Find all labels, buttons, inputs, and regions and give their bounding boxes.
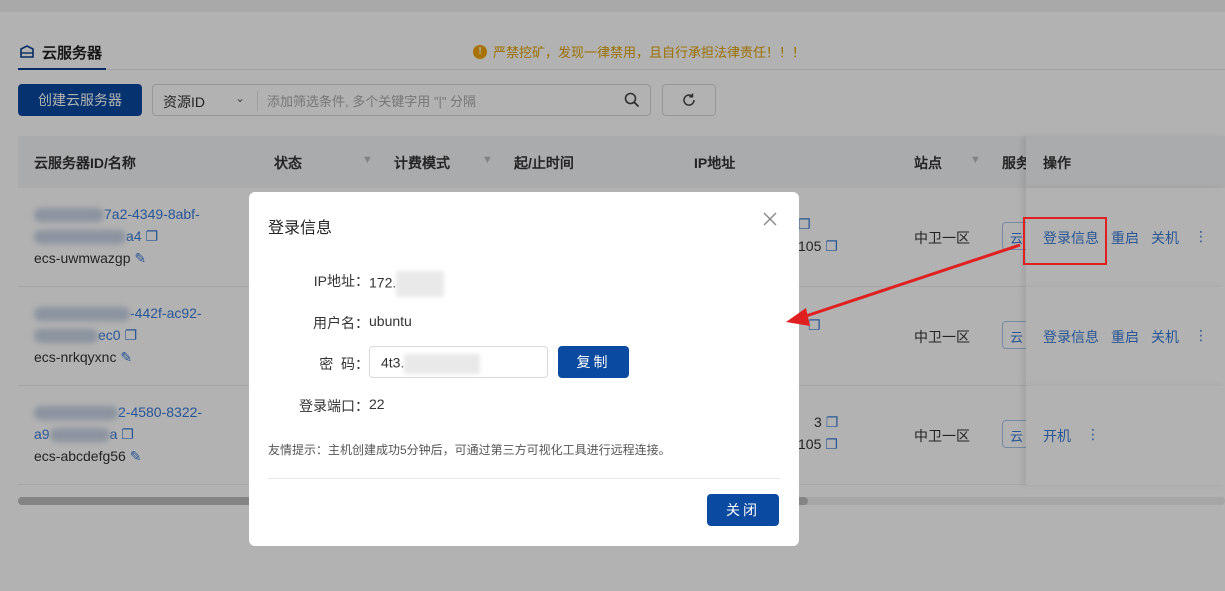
annotation-arrow xyxy=(786,243,1021,326)
